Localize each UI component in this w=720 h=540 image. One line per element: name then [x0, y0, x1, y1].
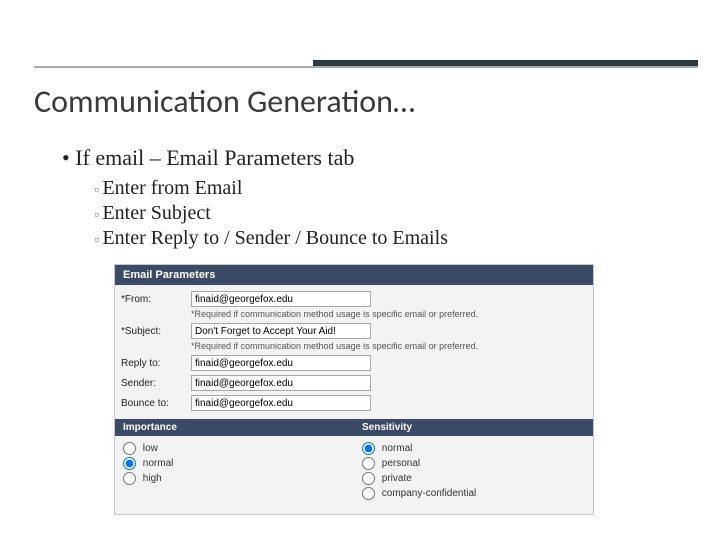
importance-high[interactable]: high: [123, 472, 346, 485]
bounce-to-input[interactable]: [191, 395, 371, 411]
subject-label: *Subject:: [121, 326, 191, 337]
subbullet-reply: Enter Reply to / Sender / Bounce to Emai…: [94, 227, 686, 250]
subbullet-from: Enter from Email: [94, 177, 686, 200]
sensitivity-normal[interactable]: normal: [362, 442, 585, 455]
reply-to-label: Reply to:: [121, 358, 191, 369]
importance-header: Importance: [115, 419, 354, 436]
subbullet-subject: Enter Subject: [94, 202, 686, 225]
sensitivity-panel: Sensitivity normal personal private comp…: [354, 419, 593, 506]
importance-normal-label: normal: [143, 458, 174, 469]
sensitivity-company[interactable]: company-confidential: [362, 487, 585, 500]
sender-input[interactable]: [191, 375, 371, 391]
sensitivity-private-label: private: [382, 473, 412, 484]
from-hint: *Required if communication method usage …: [191, 309, 593, 321]
subject-hint: *Required if communication method usage …: [191, 341, 593, 353]
sensitivity-company-label: company-confidential: [382, 488, 477, 499]
sender-label: Sender:: [121, 378, 191, 389]
subject-input[interactable]: [191, 323, 371, 339]
slide-accent-rule: [34, 60, 698, 68]
importance-low[interactable]: low: [123, 442, 346, 455]
sensitivity-personal[interactable]: personal: [362, 457, 585, 470]
sensitivity-header: Sensitivity: [354, 419, 593, 436]
sensitivity-normal-label: normal: [382, 443, 413, 454]
panel-header: Email Parameters: [115, 265, 593, 285]
email-parameters-panel: Email Parameters *From: *Required if com…: [114, 264, 594, 515]
bullet-if-email: If email – Email Parameters tab Enter fr…: [62, 145, 686, 250]
importance-low-label: low: [143, 443, 158, 454]
slide-title: Communication Generation…: [34, 82, 686, 121]
sensitivity-personal-label: personal: [382, 458, 420, 469]
from-label: *From:: [121, 294, 191, 305]
importance-high-label: high: [143, 473, 162, 484]
importance-panel: Importance low normal high: [115, 419, 354, 506]
importance-normal[interactable]: normal: [123, 457, 346, 470]
from-input[interactable]: [191, 291, 371, 307]
reply-to-input[interactable]: [191, 355, 371, 371]
bullet-text: If email – Email Parameters tab: [75, 145, 354, 170]
sensitivity-private[interactable]: private: [362, 472, 585, 485]
bounce-to-label: Bounce to:: [121, 398, 191, 409]
